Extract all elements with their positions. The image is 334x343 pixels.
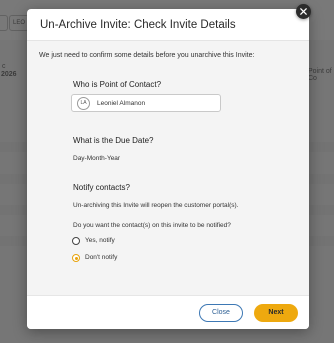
due-date-value[interactable]: Day-Month-Year: [73, 155, 120, 162]
modal-body: We just need to confirm some details bef…: [27, 41, 309, 295]
unarchive-invite-modal: Un-Archive Invite: Check Invite Details …: [27, 9, 309, 329]
notify-note: Un-archiving this Invite will reopen the…: [73, 202, 239, 209]
modal-footer: Close Next: [27, 295, 309, 329]
radio-dont-notify-label[interactable]: Don't notify: [85, 254, 117, 261]
contact-name: Leoniel Almanon: [97, 100, 146, 107]
radio-dont-notify[interactable]: [72, 254, 80, 262]
radio-yes-notify[interactable]: [72, 237, 80, 245]
close-icon: [300, 8, 307, 15]
contact-heading: Who is Point of Contact?: [73, 80, 162, 89]
next-button[interactable]: Next: [254, 304, 298, 322]
modal-header: Un-Archive Invite: Check Invite Details: [27, 9, 309, 41]
notify-question: Do you want the contact(s) on this invit…: [73, 222, 231, 229]
due-date-heading: What is the Due Date?: [73, 136, 154, 145]
modal-title: Un-Archive Invite: Check Invite Details: [40, 19, 236, 31]
close-button[interactable]: Close: [199, 304, 243, 322]
notify-heading: Notify contacts?: [73, 183, 130, 192]
dismiss-modal-button[interactable]: [296, 4, 311, 19]
intro-text: We just need to confirm some details bef…: [39, 52, 255, 59]
point-of-contact-field[interactable]: LA Leoniel Almanon: [71, 94, 221, 112]
radio-yes-notify-label[interactable]: Yes, notify: [85, 237, 115, 244]
avatar: LA: [77, 97, 90, 110]
